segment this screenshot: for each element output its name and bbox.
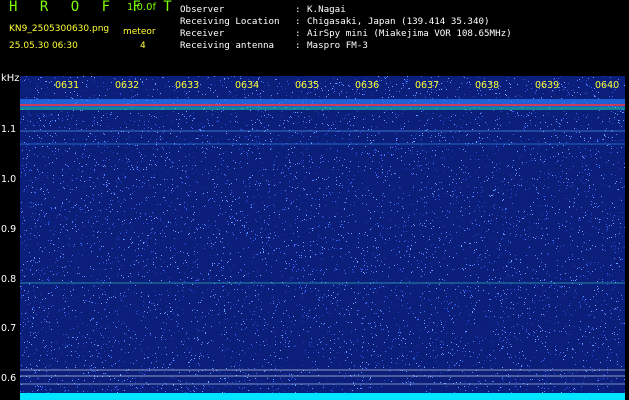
y-tick-label: 1.0	[1, 174, 17, 185]
info-key: Receiver	[180, 28, 225, 39]
info-row-location: Receiving Location: Chigasaki, Japan (139…	[180, 16, 512, 28]
carrier-band	[20, 99, 625, 107]
frequency-unit-label: kHz	[1, 73, 20, 84]
info-key: Receiving Location	[180, 16, 280, 27]
time-tick-label: 0635	[295, 80, 320, 91]
info-row-receiver: Receiver: AirSpy mini (Miakejima VOR 108.…	[180, 28, 512, 40]
time-tick-label: 0633	[175, 80, 200, 91]
info-value: Chigasaki, Japan (139.414 35.340)	[307, 16, 490, 27]
info-value: AirSpy mini (Miakejima VOR 108.65MHz)	[307, 28, 512, 39]
filename-label: KN9_2505300630.png	[9, 24, 110, 34]
y-tick-label: 0.8	[1, 274, 17, 285]
time-tick-label: 0631	[55, 80, 80, 91]
time-tick-label: 0638	[475, 80, 500, 91]
header-panel: H R O F F T 1.0.0f KN9_2505300630.png me…	[0, 0, 629, 74]
info-key: Observer	[180, 4, 225, 15]
time-tick-label: 0632	[115, 80, 140, 91]
info-row-antenna: Receiving antenna: Maspro FM-3	[180, 40, 512, 52]
datetime-label: 25.05.30 06:30	[9, 41, 78, 51]
y-tick-label: 0.7	[1, 323, 17, 334]
spectrogram-plot	[20, 76, 625, 400]
noise-floor	[20, 393, 625, 400]
info-separator: :	[295, 40, 301, 51]
version-label: 1.0.0f	[127, 2, 156, 13]
info-separator: :	[295, 4, 301, 15]
spectrogram-background	[20, 76, 625, 400]
info-value: Maspro FM-3	[307, 40, 368, 51]
y-tick-label: 0.9	[1, 224, 17, 235]
y-tick-label: 0.6	[1, 373, 17, 384]
info-value: K.Nagai	[307, 4, 346, 15]
station-info: Observer: K.Nagai Receiving Location: Chig…	[180, 4, 512, 52]
info-separator: :	[295, 16, 301, 27]
carrier-halo	[20, 107, 625, 110]
time-tick-label: 0640	[595, 80, 620, 91]
meteor-count: 4	[140, 41, 146, 51]
time-tick-label: 0637	[415, 80, 440, 91]
time-tick-label: 0639	[535, 80, 560, 91]
meteor-label: meteor	[123, 27, 156, 37]
info-key: Receiving antenna	[180, 40, 275, 51]
time-tick-label: 0636	[355, 80, 380, 91]
info-row-observer: Observer: K.Nagai	[180, 4, 512, 16]
time-tick-label: 0634	[235, 80, 260, 91]
spectrogram-canvas	[20, 76, 625, 400]
y-tick-label: 1.1	[1, 124, 17, 135]
info-separator: :	[295, 28, 301, 39]
